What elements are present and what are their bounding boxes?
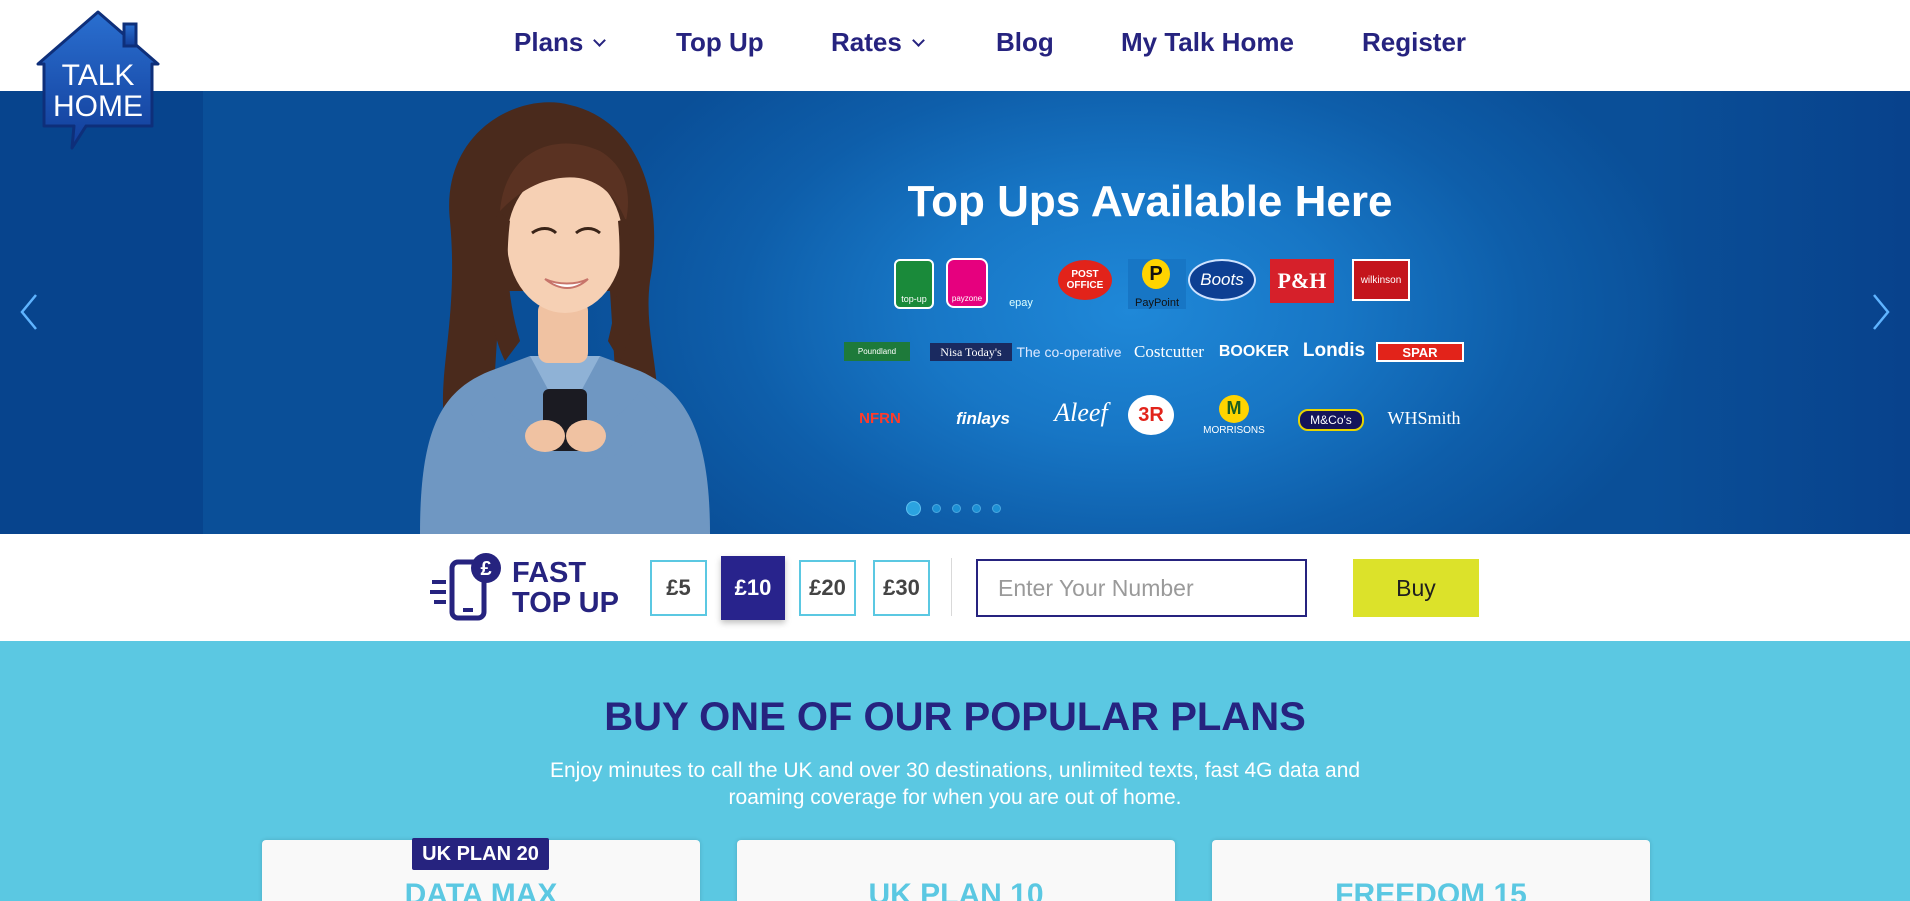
retailer-post-office-logo: POST OFFICE: [1058, 260, 1112, 300]
nav-blog[interactable]: Blog: [996, 27, 1054, 58]
nav-top-up[interactable]: Top Up: [676, 27, 764, 58]
retailer-wilkinson-logo: wilkinson: [1352, 259, 1410, 301]
retailer-payzone-logo: payzone: [946, 258, 988, 308]
retailer-finlays-logo: finlays: [956, 409, 1010, 428]
retailer-nfrn-logo: NFRN: [859, 409, 901, 427]
retailer-cooperative-logo: The co-operative: [1016, 344, 1122, 360]
carousel-dot-5[interactable]: [992, 503, 1001, 513]
retailer-ph-logo: P&H: [1270, 259, 1334, 303]
retailer-nisa-logo: Nisa Today's: [930, 343, 1012, 361]
chevron-down-icon: [593, 34, 607, 47]
retailer-poundland-logo: Poundland: [844, 342, 910, 361]
logo-text-top: TALK: [62, 59, 135, 92]
nav-rates-label: Rates: [831, 27, 902, 57]
chevron-right-icon[interactable]: [1866, 287, 1896, 337]
nav-rates[interactable]: Rates: [831, 27, 925, 58]
fast-top-up-label: FAST TOP UP: [512, 558, 619, 618]
amount-30-button[interactable]: £30: [873, 560, 930, 616]
nav-my-talk-home-label: My Talk Home: [1121, 27, 1294, 57]
plan-name: DATA MAX: [404, 878, 558, 901]
svg-text:£: £: [480, 558, 491, 580]
site-header: Plans Top Up Rates Blog My Talk Home Reg…: [0, 0, 1910, 91]
fast-top-up-divider: [951, 558, 952, 616]
plan-badge: UK PLAN 20: [412, 838, 549, 870]
retailer-epay-logo: epay: [1009, 297, 1033, 309]
plan-card-freedom-15[interactable]: FREEDOM 15: [1212, 840, 1650, 901]
retailer-paypoint-logo: P PayPoint: [1128, 259, 1186, 309]
main-nav: Plans Top Up Rates Blog My Talk Home Reg…: [0, 0, 1910, 91]
nav-register-label: Register: [1362, 27, 1467, 57]
retailer-boots-logo: Boots: [1188, 259, 1256, 301]
amount-20-button[interactable]: £20: [799, 560, 856, 616]
plan-name: FREEDOM 15: [1335, 878, 1527, 901]
nav-plans[interactable]: Plans: [514, 27, 607, 58]
nav-my-talk-home[interactable]: My Talk Home: [1121, 27, 1294, 58]
amount-5-button[interactable]: £5: [650, 560, 707, 616]
retailer-spar-logo: SPAR: [1376, 342, 1464, 362]
buy-button[interactable]: Buy: [1353, 559, 1479, 617]
nav-plans-label: Plans: [514, 27, 584, 57]
plan-name: UK PLAN 10: [868, 878, 1044, 901]
carousel-dot-1[interactable]: [906, 500, 921, 516]
chevron-down-icon: [911, 34, 925, 47]
chevron-left-icon[interactable]: [14, 287, 44, 337]
logo-text-bottom: HOME: [53, 90, 143, 123]
nav-blog-label: Blog: [996, 27, 1054, 57]
plans-title: BUY ONE OF OUR POPULAR PLANS: [604, 695, 1306, 739]
retailer-logos: top-up payzone epay POST OFFICE P PayPoi…: [0, 91, 1910, 534]
retailer-londis-logo: Londis: [1302, 340, 1366, 361]
retailer-paypoint-label: PayPoint: [1134, 297, 1180, 309]
retailer-morrisons-logo: M MORRISONS: [1198, 393, 1270, 437]
retailer-mcolls-logo: M&Co's: [1298, 409, 1364, 431]
fast-top-up-bar: [0, 534, 1910, 641]
fast-top-up-label-line2: TOP UP: [512, 587, 619, 619]
hero-banner: Top Ups Available Here top-up payzone ep…: [0, 91, 1910, 534]
amount-10-button[interactable]: £10: [721, 556, 785, 620]
nav-top-up-label: Top Up: [676, 27, 764, 57]
retailer-costcutter-logo: Costcutter: [1134, 342, 1204, 361]
retailer-morrisons-label: MORRISONS: [1203, 424, 1265, 436]
retailer-3r-logo: 3R: [1128, 395, 1174, 435]
plans-description: Enjoy minutes to call the UK and over 30…: [549, 759, 1361, 809]
mobile-pound-icon: £: [430, 553, 501, 621]
carousel-dot-3[interactable]: [952, 503, 961, 513]
phone-number-input[interactable]: [976, 559, 1307, 617]
carousel-dot-4[interactable]: [972, 503, 981, 513]
plan-card-uk-plan-10[interactable]: UK PLAN 10: [737, 840, 1175, 901]
fast-top-up-label-line1: FAST: [512, 557, 587, 589]
retailer-booker-logo: BOOKER: [1218, 343, 1290, 360]
retailer-top-up-logo: top-up: [894, 259, 934, 309]
carousel-dot-2[interactable]: [932, 503, 941, 513]
talk-home-logo[interactable]: TALK HOME: [34, 10, 162, 152]
carousel-dots: [906, 500, 1012, 516]
retailer-whsmith-logo: WHSmith: [1387, 407, 1461, 428]
nav-register[interactable]: Register: [1362, 27, 1466, 58]
retailer-aleef-logo: Aleef: [1054, 398, 1108, 427]
